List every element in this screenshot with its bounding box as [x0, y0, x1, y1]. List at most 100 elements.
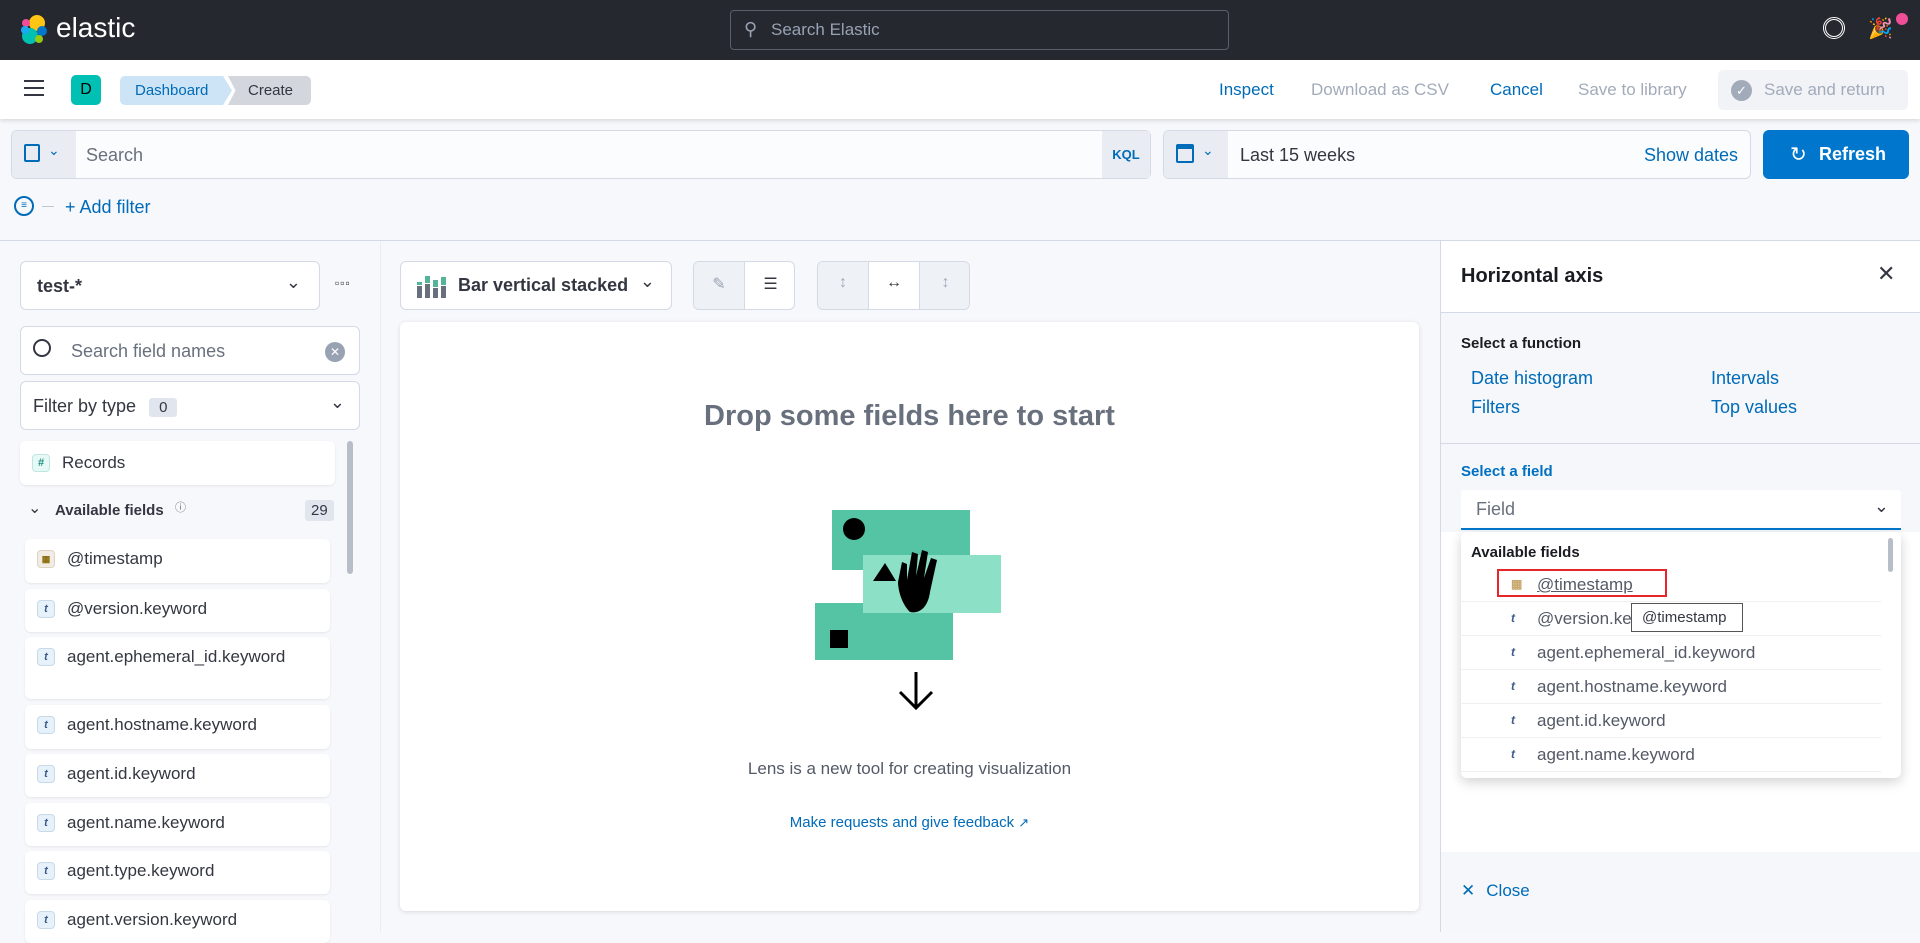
dropdown-option[interactable]: t agent.id.keyword [1461, 704, 1881, 738]
feedback-link-label: Make requests and give feedback [789, 814, 1015, 831]
field-item[interactable]: t agent.id.keyword [25, 754, 330, 797]
chart-type-switcher[interactable]: Bar vertical stacked ⌄ [400, 261, 672, 310]
save-to-library-button[interactable]: Save to library [1578, 80, 1687, 100]
field-combobox[interactable]: Field ⌄ [1461, 490, 1901, 530]
quick-menu-button[interactable]: ⌄ [1164, 131, 1228, 178]
chevron-down-icon: ⌄ [1202, 142, 1214, 158]
save-icon [24, 144, 40, 162]
clear-icon[interactable]: ✕ [325, 342, 345, 362]
filter-menu-icon[interactable]: ≡ [14, 196, 34, 216]
field-combobox-placeholder: Field [1476, 499, 1516, 519]
news-feed-icon[interactable]: 🎉 [1868, 16, 1893, 41]
close-label: Close [1486, 881, 1530, 900]
function-filters[interactable]: Filters [1471, 397, 1520, 418]
bar-stacked-icon [417, 276, 446, 298]
search-placeholder: Search Elastic [771, 20, 880, 39]
field-item[interactable]: t agent.version.keyword [25, 900, 330, 943]
field-item[interactable]: t agent.type.keyword [25, 851, 330, 894]
function-intervals[interactable]: Intervals [1711, 368, 1779, 389]
refresh-icon: ↻ [1790, 144, 1807, 166]
search-icon: ⚲ [744, 19, 758, 39]
drop-illustration-icon [815, 510, 1001, 711]
field-name: agent.id.keyword [67, 764, 196, 783]
breadcrumb-dashboard[interactable]: Dashboard [120, 76, 232, 105]
dropdown-option[interactable]: t agent.name.keyword [1461, 738, 1881, 772]
option-label: agent.id.keyword [1537, 711, 1666, 730]
visual-options-button[interactable]: ✎ [694, 262, 745, 309]
dropdown-option[interactable]: t agent.hostname.keyword [1461, 670, 1881, 704]
string-type-icon: t [37, 814, 55, 832]
close-icon[interactable]: ✕ [1877, 261, 1895, 287]
field-name: agent.type.keyword [67, 861, 215, 880]
field-dropdown-list: Available fields ▦ @timestamp t @version.k… [1461, 532, 1901, 778]
breadcrumb-create: Create [228, 76, 311, 105]
records-label: Records [62, 453, 126, 472]
show-dates-button[interactable]: Show dates [1644, 145, 1738, 166]
calendar-icon: ▦ [37, 550, 55, 568]
date-range-value[interactable]: Last 15 weeks [1240, 145, 1355, 166]
chevron-down-icon: ⌄ [639, 271, 655, 291]
field-name: @timestamp [67, 549, 163, 568]
field-search-placeholder: Search field names [71, 341, 226, 361]
query-input[interactable]: Search [86, 145, 143, 166]
global-search-input[interactable]: ⚲ Search Elastic [730, 10, 1229, 50]
records-field[interactable]: # Records [20, 441, 335, 485]
help-icon[interactable] [1823, 17, 1845, 39]
app-header: D Dashboard Create Inspect Download as C… [0, 60, 1920, 119]
dropdown-scrollbar[interactable] [1888, 538, 1893, 572]
menu-icon[interactable] [24, 80, 44, 96]
filter-by-type-label: Filter by type [33, 396, 137, 416]
tooltip: @timestamp [1631, 603, 1743, 632]
download-csv-button[interactable]: Download as CSV [1311, 80, 1449, 100]
query-bar: ⌄ Search KQL [11, 130, 1151, 179]
top-nav-bar: elastic ⚲ Search Elastic 🎉 [0, 0, 1920, 60]
string-type-icon: t [37, 648, 55, 666]
bottom-axis-icon: ↔ [886, 274, 902, 291]
sidebar-scrollbar[interactable] [347, 441, 353, 574]
bottom-axis-button[interactable]: ↔ [869, 262, 920, 309]
legend-button[interactable]: ☰ [745, 262, 794, 309]
space-avatar[interactable]: D [71, 75, 101, 105]
more-options-icon[interactable]: ▫▫▫ [335, 276, 351, 290]
close-flyout-button[interactable]: ✕ Close [1461, 880, 1530, 901]
field-item[interactable]: t @version.keyword [25, 589, 330, 632]
left-axis-icon: ↕ [839, 274, 847, 291]
left-axis-button[interactable]: ↕ [818, 262, 869, 309]
filter-by-type-button[interactable]: Filter by type 0 ⌄ [20, 381, 360, 430]
close-icon: ✕ [1461, 881, 1476, 900]
info-icon[interactable]: ⓘ [175, 499, 186, 515]
field-item[interactable]: t agent.hostname.keyword [25, 705, 330, 749]
function-top-values[interactable]: Top values [1711, 397, 1797, 418]
divider [1441, 443, 1920, 444]
right-axis-button[interactable]: ↕ [920, 262, 969, 309]
saved-query-button[interactable]: ⌄ [12, 131, 76, 178]
field-search-input[interactable]: Search field names ✕ [20, 326, 360, 375]
field-item[interactable]: t agent.name.keyword [25, 803, 330, 846]
kql-toggle[interactable]: KQL [1102, 131, 1150, 178]
toolbar-group-axes: ↕ ↔ ↕ [817, 261, 970, 310]
string-type-icon: t [1511, 645, 1515, 659]
field-name: agent.hostname.keyword [67, 715, 257, 734]
inspect-button[interactable]: Inspect [1219, 80, 1274, 100]
field-item[interactable]: t agent.ephemeral_id.keyword [25, 637, 330, 699]
elastic-logo-icon[interactable] [18, 14, 50, 46]
check-icon: ✓ [1731, 80, 1752, 101]
dropdown-option[interactable]: t agent.ephemeral_id.keyword [1461, 636, 1881, 670]
flyout-footer: ✕ Close [1441, 852, 1920, 932]
option-label: agent.name.keyword [1537, 745, 1695, 764]
field-item[interactable]: ▦ @timestamp [25, 539, 330, 583]
divider [42, 206, 54, 207]
save-and-return-button[interactable]: ✓ Save and return [1718, 70, 1908, 110]
string-type-icon: t [1511, 713, 1515, 727]
collapse-chevron-icon[interactable]: ⌄ [28, 498, 41, 518]
chevron-down-icon: ⌄ [329, 392, 345, 412]
add-filter-button[interactable]: + Add filter [65, 197, 151, 218]
function-date-histogram[interactable]: Date histogram [1471, 368, 1593, 389]
index-pattern-select[interactable]: test-* ⌄ [20, 261, 320, 310]
feedback-link[interactable]: Make requests and give feedback ↗ [400, 814, 1419, 831]
chevron-down-icon: ⌄ [285, 272, 301, 292]
cancel-button[interactable]: Cancel [1490, 80, 1543, 100]
empty-state-title: Drop some fields here to start [704, 400, 1115, 432]
refresh-button[interactable]: ↻ Refresh [1763, 130, 1909, 179]
workspace-dropzone[interactable]: Drop some fields here to start Lens is a… [400, 322, 1419, 911]
